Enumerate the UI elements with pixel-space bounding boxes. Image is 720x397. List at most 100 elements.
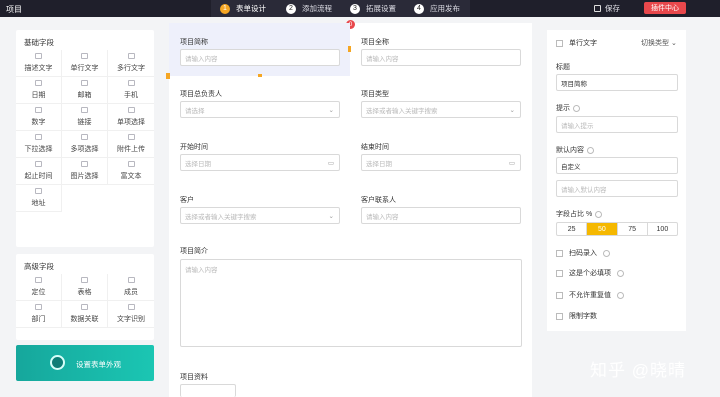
- field-palette-label: 日期: [31, 92, 46, 99]
- hint-input[interactable]: 请输入提示: [556, 116, 678, 133]
- width-segmented-control: 25 50 75 100: [556, 222, 678, 236]
- field-palette-item[interactable]: 单项选择: [108, 104, 154, 131]
- field-type-icon: [81, 80, 88, 86]
- form-field-project-owner[interactable]: 项目总负责人 请选择 ⌄: [169, 76, 350, 129]
- field-date[interactable]: 选择日期 ▭: [361, 154, 521, 171]
- field-type-icon: [127, 134, 135, 140]
- field-label: 项目类型: [361, 91, 389, 98]
- field-palette-item[interactable]: 多项选择: [62, 131, 108, 158]
- field-palette-item[interactable]: 邮箱: [62, 77, 108, 104]
- field-palette-item[interactable]: 图片选择: [62, 158, 108, 185]
- field-input[interactable]: 请输入内容: [361, 49, 521, 66]
- field-date[interactable]: 选择日期 ▭: [180, 154, 340, 171]
- tab-form-design[interactable]: 1 表单设计: [211, 0, 277, 17]
- title-label-text: 标题: [556, 64, 570, 71]
- field-palette-item[interactable]: 手机: [108, 77, 154, 104]
- help-icon: [617, 269, 624, 277]
- tab-add-flow[interactable]: 2 添加流程: [277, 0, 341, 17]
- field-select[interactable]: 选择或者输入关键字搜索 ⌄: [180, 207, 340, 224]
- plugin-center-button[interactable]: 插件中心: [644, 2, 686, 14]
- field-type-icon: [127, 277, 135, 283]
- field-palette-item[interactable]: 多行文字: [108, 50, 154, 77]
- limit-chars-option[interactable]: 限制字数: [556, 311, 597, 321]
- no-duplicate-checkbox[interactable]: [556, 291, 563, 299]
- save-button[interactable]: 保存: [594, 3, 620, 14]
- field-input[interactable]: 请输入内容: [361, 207, 521, 224]
- form-field-project-short-name[interactable]: 项目简称 请输入内容: [169, 23, 350, 76]
- tab-extension[interactable]: 3 拓展设置: [341, 0, 405, 17]
- default-select[interactable]: 自定义: [556, 157, 678, 174]
- field-palette-label: 地址: [31, 200, 46, 207]
- field-select[interactable]: 选择或者输入关键字搜索 ⌄: [361, 101, 521, 118]
- field-palette-item[interactable]: 链接: [62, 104, 108, 131]
- required-checkbox[interactable]: [556, 269, 563, 277]
- field-type-checkbox[interactable]: [556, 39, 563, 47]
- switch-type-button[interactable]: 切换类型 ⌄: [641, 38, 677, 48]
- field-palette-label: 多项选择: [70, 146, 99, 153]
- field-type-toggle[interactable]: 单行文字: [556, 38, 597, 48]
- scan-entry-checkbox[interactable]: [556, 249, 563, 257]
- field-palette-label: 表格: [77, 289, 92, 296]
- field-palette-label: 部门: [31, 316, 46, 323]
- field-palette-item[interactable]: 单行文字: [62, 50, 108, 77]
- scan-entry-option[interactable]: 扫码录入: [556, 248, 610, 258]
- select-placeholder: 选择或者输入关键字搜索: [185, 213, 257, 221]
- field-palette-item[interactable]: 富文本: [108, 158, 154, 185]
- field-palette-item[interactable]: 数字: [16, 104, 62, 131]
- title-input[interactable]: 项目简称: [556, 74, 678, 91]
- width-option[interactable]: 75: [618, 223, 648, 235]
- width-option[interactable]: 50: [587, 223, 618, 235]
- field-palette-item[interactable]: 地址: [16, 185, 62, 212]
- field-palette-label: 下拉选择: [24, 146, 53, 153]
- intro-textarea[interactable]: 请输入内容: [180, 259, 522, 347]
- field-label: 结束时间: [361, 144, 389, 151]
- field-palette-item[interactable]: 描述文字: [16, 50, 62, 77]
- form-canvas: 0 项目简称 请输入内容 项目全称 请输入内容 项目总负责人 请选择 ⌄ 项目类…: [166, 20, 532, 397]
- field-select[interactable]: 请选择 ⌄: [180, 101, 340, 118]
- chevron-down-icon: ⌄: [328, 213, 334, 220]
- field-label: 项目总负责人: [180, 91, 222, 98]
- form-field-customer-contact[interactable]: 客户联系人 请输入内容: [350, 182, 532, 235]
- field-type-label: 单行文字: [569, 40, 597, 47]
- field-input[interactable]: 请输入内容: [180, 49, 340, 66]
- field-type-icon: [35, 304, 42, 310]
- form-field-project-type[interactable]: 项目类型 选择或者输入关键字搜索 ⌄: [350, 76, 532, 129]
- field-palette-item[interactable]: 日期: [16, 77, 62, 104]
- field-palette-item[interactable]: 起止时间: [16, 158, 62, 185]
- field-palette-label: 多行文字: [117, 65, 145, 72]
- step-label: 拓展设置: [366, 4, 396, 13]
- save-label: 保存: [605, 4, 620, 13]
- field-palette-item[interactable]: 数据关联: [62, 301, 108, 328]
- docs-label: 项目资料: [180, 374, 208, 381]
- tab-publish[interactable]: 4 应用发布: [405, 0, 470, 17]
- form-field-project-full-name[interactable]: 项目全称 请输入内容: [350, 23, 532, 76]
- field-type-icon: [81, 107, 88, 113]
- required-option[interactable]: 这是个必填项: [556, 268, 624, 278]
- field-label: 开始时间: [180, 144, 208, 151]
- chevron-down-icon: ⌄: [509, 107, 515, 114]
- width-option[interactable]: 100: [648, 223, 677, 235]
- docs-upload[interactable]: [180, 384, 236, 397]
- form-field-customer[interactable]: 客户 选择或者输入关键字搜索 ⌄: [169, 182, 350, 235]
- field-type-icon: [35, 277, 42, 283]
- width-label-text: 字段占比 %: [556, 211, 593, 218]
- field-palette-item[interactable]: 部门: [16, 301, 62, 328]
- default-input[interactable]: 请输入默认内容: [556, 180, 678, 197]
- limit-chars-checkbox[interactable]: [556, 312, 563, 320]
- form-field-start-time[interactable]: 开始时间 选择日期 ▭: [169, 129, 350, 182]
- field-palette-item[interactable]: 定位: [16, 274, 62, 301]
- form-field-end-time[interactable]: 结束时间 选择日期 ▭: [350, 129, 532, 182]
- date-placeholder: 选择日期: [185, 160, 211, 168]
- field-palette-item[interactable]: 附件上传: [108, 131, 154, 158]
- top-bar: 项目 1 表单设计 2 添加流程 3 拓展设置 4 应用发布 保存 插件中心: [0, 0, 720, 17]
- form-appearance-button[interactable]: 设置表单外观: [16, 345, 154, 381]
- field-palette-item[interactable]: 表格: [62, 274, 108, 301]
- calendar-icon: ▭: [508, 160, 515, 167]
- field-palette-item[interactable]: 文字识别: [108, 301, 154, 328]
- field-palette-item[interactable]: 下拉选择: [16, 131, 62, 158]
- no-duplicate-option[interactable]: 不允许重复值: [556, 290, 624, 300]
- field-palette-label: 图片选择: [70, 173, 99, 180]
- field-palette-item[interactable]: 成员: [108, 274, 154, 301]
- width-option[interactable]: 25: [557, 223, 588, 235]
- step-number: 3: [350, 3, 360, 14]
